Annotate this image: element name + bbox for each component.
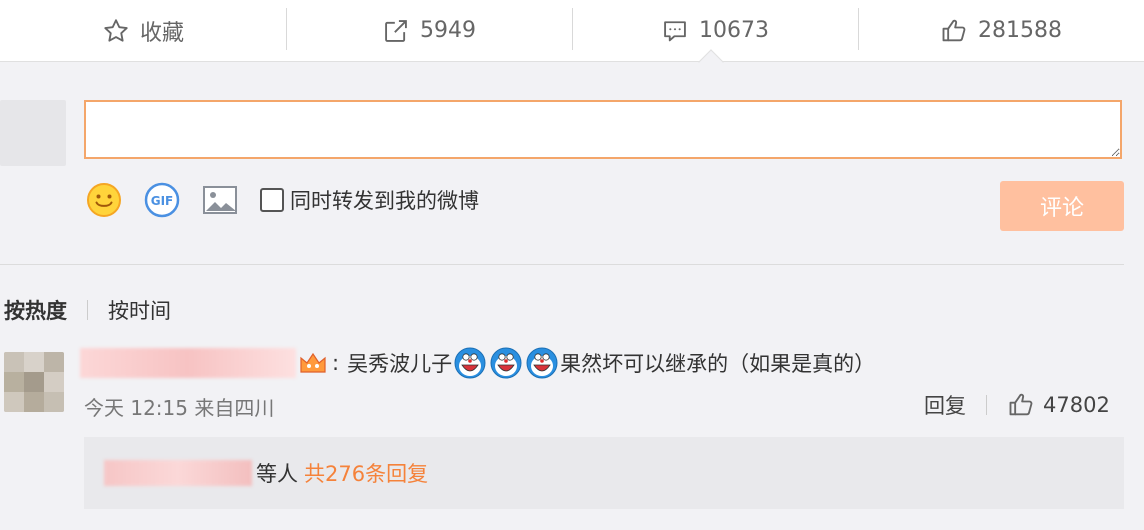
share-icon [385,19,407,42]
laughing-emoji-icon [526,347,558,379]
favorite-label: 收藏 [139,20,184,46]
tab-sort-by-hot[interactable]: 按热度 [4,295,67,325]
comment-button[interactable]: 10673 [572,0,858,61]
replies-summary: 等人 共276条回复 [84,437,1124,509]
repost-option[interactable]: 同时转发到我的微博 [260,185,479,215]
like-count: 281588 [978,18,1062,43]
replies-total-link[interactable]: 共276条回复 [304,458,428,488]
commenter-avatar[interactable] [4,352,64,412]
action-bar: 收藏 5949 10673 281588 [0,0,1144,62]
reply-button[interactable]: 回复 [924,390,966,420]
my-avatar [0,100,66,166]
comment-actions: 回复 47802 [924,390,1110,420]
comment-body: : 吴秀波儿子 果然坏可以继承的（如果是真的） [80,345,875,381]
comment-like-button[interactable]: 47802 [1007,391,1110,419]
replies-suffix: 等人 [256,462,298,486]
image-icon [203,186,237,214]
comment-text-before: 吴秀波儿子 [347,352,453,376]
emoji-button[interactable] [84,180,124,220]
svg-text:GIF: GIF [151,194,174,208]
repost-count: 5949 [420,18,476,43]
thumbs-up-icon [942,19,966,41]
image-button[interactable] [200,180,240,220]
comment-input[interactable] [84,100,1122,159]
reply-user-name[interactable] [104,460,252,486]
comment-like-count: 47802 [1043,393,1110,417]
like-button[interactable]: 281588 [858,0,1144,61]
tab-sort-by-time[interactable]: 按时间 [108,295,171,325]
repost-checkbox[interactable] [260,188,284,212]
emoji-icon [87,183,121,217]
emoji-group [452,346,560,380]
gif-icon: GIF [144,182,180,218]
laughing-emoji-icon [454,347,486,379]
repost-option-label: 同时转发到我的微博 [290,189,479,213]
favorite-button[interactable]: 收藏 [0,0,286,61]
thumbs-up-icon [1009,393,1033,416]
composer-toolbar: GIF 同时转发到我的微博 [84,180,479,220]
divider [0,264,1124,265]
repost-button[interactable]: 5949 [286,0,572,61]
commenter-name[interactable] [80,348,296,378]
sort-tabs: 按热度 按时间 [4,295,171,325]
fan-badge-icon [300,352,326,373]
star-icon [104,18,128,42]
tab-divider [87,300,88,320]
comment-count: 10673 [699,18,769,43]
comment-meta: 今天 12:15 来自四川 [84,396,275,420]
comment-icon [664,20,686,41]
submit-comment-button[interactable]: 评论 [1000,181,1124,231]
gif-button[interactable]: GIF [142,180,182,220]
laughing-emoji-icon [490,347,522,379]
comment-separator: : [332,351,340,375]
action-divider [986,395,987,415]
comment-text-after: 果然坏可以继承的（如果是真的） [560,352,876,376]
